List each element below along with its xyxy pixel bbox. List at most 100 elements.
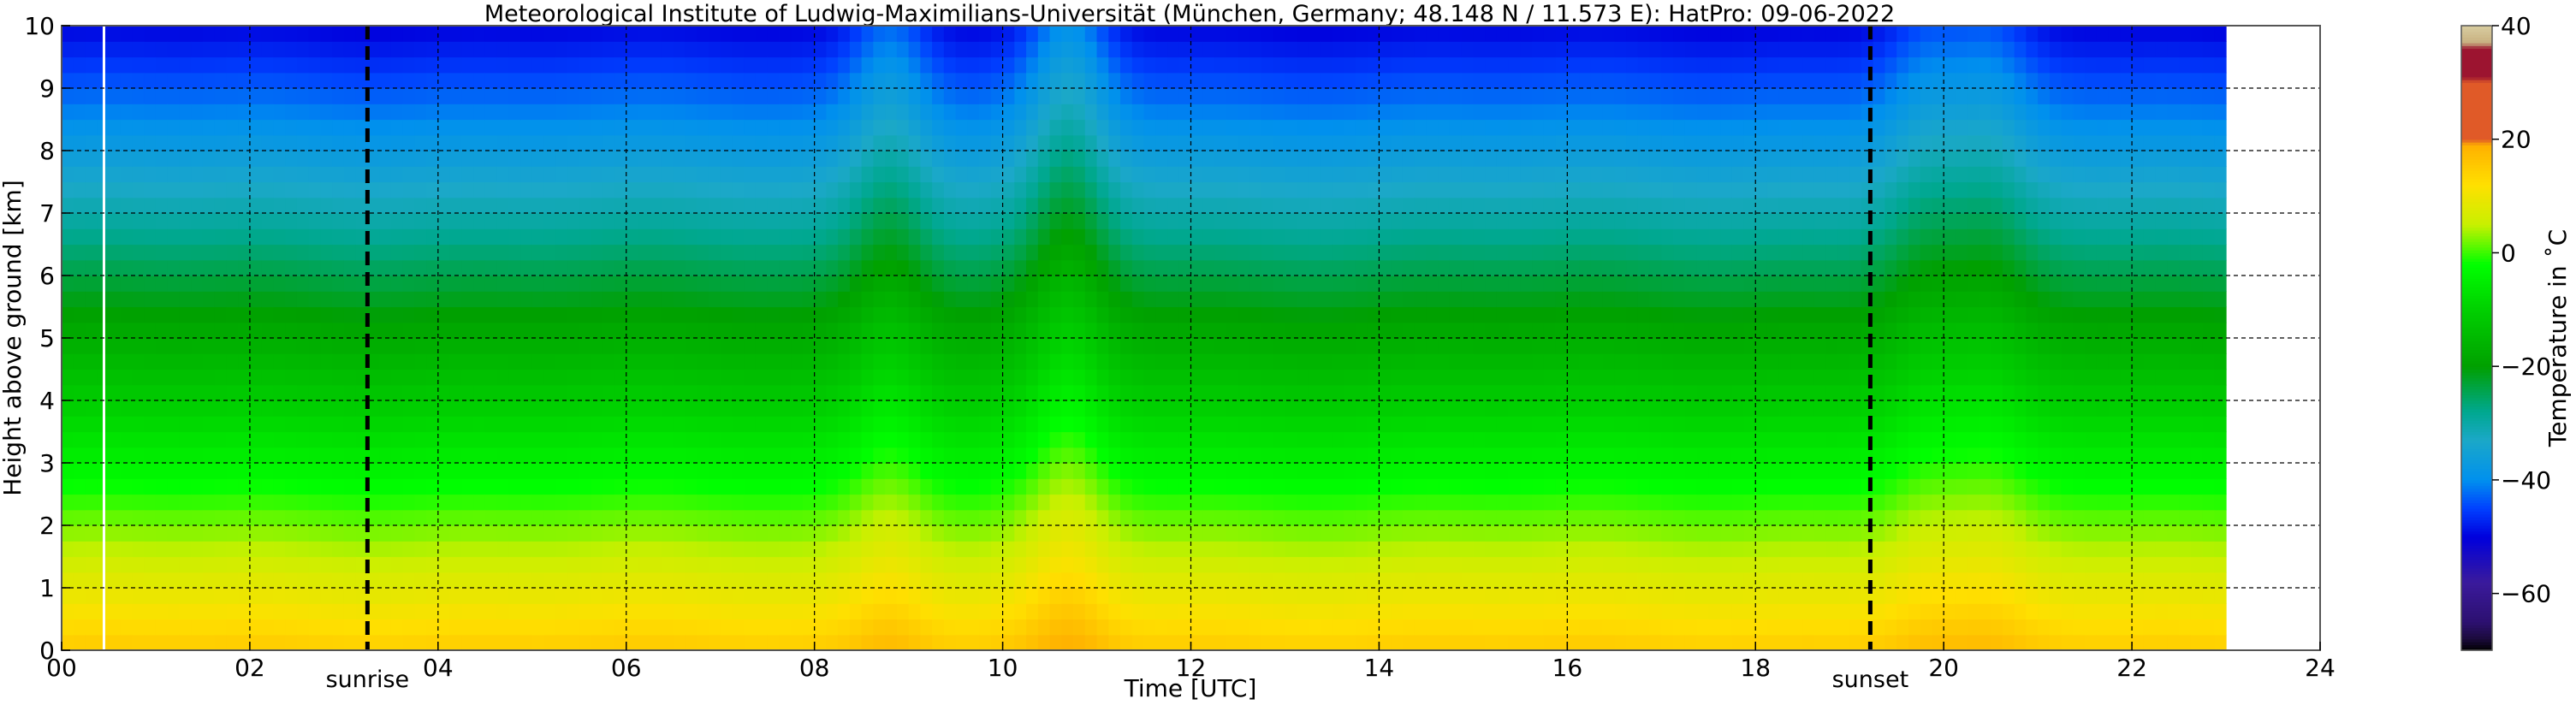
heatmap-cell (120, 525, 134, 542)
heatmap-cell (62, 572, 74, 589)
heatmap-cell (520, 197, 533, 214)
heatmap-cell (179, 431, 192, 448)
heatmap-cell (967, 72, 980, 89)
heatmap-cell (567, 72, 580, 89)
heatmap-cell (379, 463, 392, 479)
heatmap-cell (1426, 369, 1439, 386)
heatmap-cell (826, 259, 839, 276)
heatmap-cell (873, 384, 886, 401)
heatmap-cell (591, 384, 603, 401)
heatmap-cell (861, 26, 874, 42)
heatmap-cell (1155, 369, 1168, 386)
heatmap-cell (732, 369, 745, 386)
heatmap-cell (1049, 384, 1062, 401)
heatmap-cell (744, 619, 757, 636)
heatmap-cell (414, 275, 427, 292)
heatmap-cell (308, 338, 321, 354)
heatmap-cell (390, 151, 404, 167)
heatmap-cell (967, 369, 980, 386)
heatmap-cell (144, 306, 157, 323)
heatmap-cell (920, 478, 933, 495)
heatmap-cell (426, 478, 439, 495)
heatmap-cell (1249, 104, 1262, 121)
heatmap-cell (390, 353, 404, 370)
heatmap-cell (1473, 41, 1486, 58)
heatmap-cell (1308, 384, 1321, 401)
heatmap-cell (108, 275, 122, 292)
heatmap-cell (1520, 166, 1533, 183)
heatmap-cell (885, 494, 898, 511)
heatmap-cell (543, 369, 556, 386)
heatmap-cell (1402, 509, 1416, 526)
heatmap-cell (638, 572, 650, 589)
heatmap-cell (885, 228, 898, 246)
heatmap-cell (531, 431, 545, 448)
heatmap-cell (943, 494, 957, 511)
heatmap-cell (1226, 259, 1239, 276)
heatmap-cell (144, 322, 157, 339)
heatmap-cell (238, 384, 251, 401)
heatmap-cell (1508, 603, 1521, 620)
heatmap-cell (343, 306, 357, 323)
heatmap-cell (1414, 88, 1427, 104)
heatmap-cell (708, 588, 721, 604)
heatmap-cell (1461, 384, 1474, 401)
heatmap-cell (520, 431, 533, 448)
heatmap-cell (908, 306, 921, 323)
heatmap-cell (591, 400, 603, 417)
heatmap-cell (1485, 541, 1498, 558)
heatmap-cell (1002, 509, 1015, 526)
heatmap-cell (849, 478, 863, 495)
heatmap-cell (967, 228, 980, 246)
heatmap-cell (1402, 338, 1416, 354)
heatmap-cell (414, 104, 427, 121)
heatmap-cell (990, 88, 1004, 104)
heatmap-cell (202, 603, 216, 620)
heatmap-cell (238, 478, 251, 495)
heatmap-cell (1249, 400, 1262, 417)
heatmap-cell (626, 322, 639, 339)
heatmap-cell (1426, 588, 1439, 604)
heatmap-cell (1155, 88, 1168, 104)
heatmap-cell (1084, 556, 1098, 573)
heatmap-cell (685, 26, 697, 42)
heatmap-cell (744, 431, 757, 448)
heatmap-cell (496, 275, 509, 292)
heatmap-cell (1226, 306, 1239, 323)
heatmap-cell (802, 353, 816, 370)
heatmap-cell (1473, 197, 1486, 214)
heatmap-cell (1461, 275, 1474, 292)
heatmap-cell (920, 41, 933, 58)
heatmap-cell (1249, 338, 1262, 354)
heatmap-cell (1238, 478, 1250, 495)
heatmap-cell (932, 56, 945, 74)
heatmap-cell (708, 525, 721, 542)
heatmap-cell (473, 338, 486, 354)
heatmap-cell (1367, 41, 1380, 58)
heatmap-cell (1473, 104, 1486, 121)
heatmap-cell (343, 322, 357, 339)
heatmap-cell (755, 197, 769, 214)
heatmap-cell (720, 525, 733, 542)
heatmap-cell (1002, 338, 1015, 354)
heatmap-cell (1014, 353, 1027, 370)
heatmap-cell (567, 556, 580, 573)
heatmap-cell (414, 338, 427, 354)
heatmap-cell (390, 291, 404, 308)
heatmap-cell (1131, 291, 1145, 308)
heatmap-cell (1178, 306, 1192, 323)
heatmap-cell (543, 322, 556, 339)
heatmap-cell (343, 369, 357, 386)
heatmap-cell (1285, 463, 1297, 479)
heatmap-cell (873, 244, 886, 261)
heatmap-cell (697, 572, 709, 589)
heatmap-cell (767, 88, 781, 104)
heatmap-cell (1120, 525, 1133, 542)
heatmap-cell (1061, 369, 1074, 386)
heatmap-cell (908, 572, 921, 589)
heatmap-cell (285, 619, 298, 636)
heatmap-cell (1438, 431, 1451, 448)
heatmap-cell (1202, 478, 1215, 495)
heatmap-cell (531, 634, 545, 650)
heatmap-cell (108, 556, 122, 573)
